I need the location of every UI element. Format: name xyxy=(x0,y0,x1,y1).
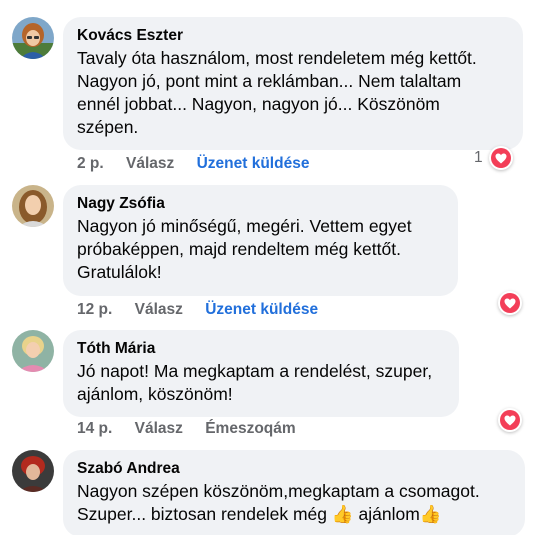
reply-link[interactable]: Válasz xyxy=(135,300,183,320)
avatar-photo-icon xyxy=(12,330,54,372)
reply-link[interactable]: Válasz xyxy=(126,154,174,174)
avatar-photo-icon xyxy=(12,185,54,227)
avatar[interactable] xyxy=(12,450,54,492)
comment-bubble: Kovács Eszter Tavaly óta használom, most… xyxy=(63,17,523,150)
comment-text: Tavaly óta használom, most rendeletem mé… xyxy=(77,48,477,137)
comment-bubble: Nagy Zsófia Nagyon jó minőségű, megéri. … xyxy=(63,185,458,296)
reply-link[interactable]: Válasz xyxy=(135,419,183,439)
comment-author[interactable]: Szabó Andrea xyxy=(77,459,511,479)
comment-actions: 12 p. Válasz Üzenet küldése xyxy=(77,300,336,320)
reaction-summary[interactable]: 1 xyxy=(474,146,513,170)
comment-text: Nagyon szépen köszönöm,megkaptam a csoma… xyxy=(77,481,480,524)
comment-text: Nagyon jó minőségű, megéri. Vettem egyet… xyxy=(77,216,412,282)
comment-feed: Kovács Eszter Tavaly óta használom, most… xyxy=(0,0,535,535)
avatar-photo-icon xyxy=(12,17,54,59)
send-message-link[interactable]: Üzenet küldése xyxy=(197,154,310,174)
avatar-photo-icon xyxy=(12,450,54,492)
comment-actions: 2 p. Válasz Üzenet küldése xyxy=(77,154,327,174)
comment-bubble: Szabó Andrea Nagyon szépen köszönöm,megk… xyxy=(63,450,525,535)
reaction-count: 1 xyxy=(474,149,483,166)
heart-icon xyxy=(498,291,522,315)
heart-icon xyxy=(498,408,522,432)
reaction-summary[interactable] xyxy=(498,408,522,432)
comment-author[interactable]: Nagy Zsófia xyxy=(77,194,444,214)
comment-author[interactable]: Kovács Eszter xyxy=(77,26,509,46)
send-message-link[interactable]: Üzenet küldése xyxy=(205,300,318,320)
comment-author[interactable]: Tóth Mária xyxy=(77,339,445,359)
comment-time[interactable]: 12 p. xyxy=(77,300,112,320)
comment-time[interactable]: 14 p. xyxy=(77,419,112,439)
send-message-link[interactable]: Émeszoqám xyxy=(205,419,295,439)
avatar[interactable] xyxy=(12,17,54,59)
comment-text: Jó napot! Ma megkaptam a rendelést, szup… xyxy=(77,361,433,404)
avatar[interactable] xyxy=(12,330,54,372)
heart-icon xyxy=(488,146,513,170)
reaction-summary[interactable] xyxy=(498,291,522,315)
comment-actions: 14 p. Válasz Émeszoqám xyxy=(77,419,314,439)
avatar[interactable] xyxy=(12,185,54,227)
comment-time[interactable]: 2 p. xyxy=(77,154,104,174)
comment-bubble: Tóth Mária Jó napot! Ma megkaptam a rend… xyxy=(63,330,459,417)
